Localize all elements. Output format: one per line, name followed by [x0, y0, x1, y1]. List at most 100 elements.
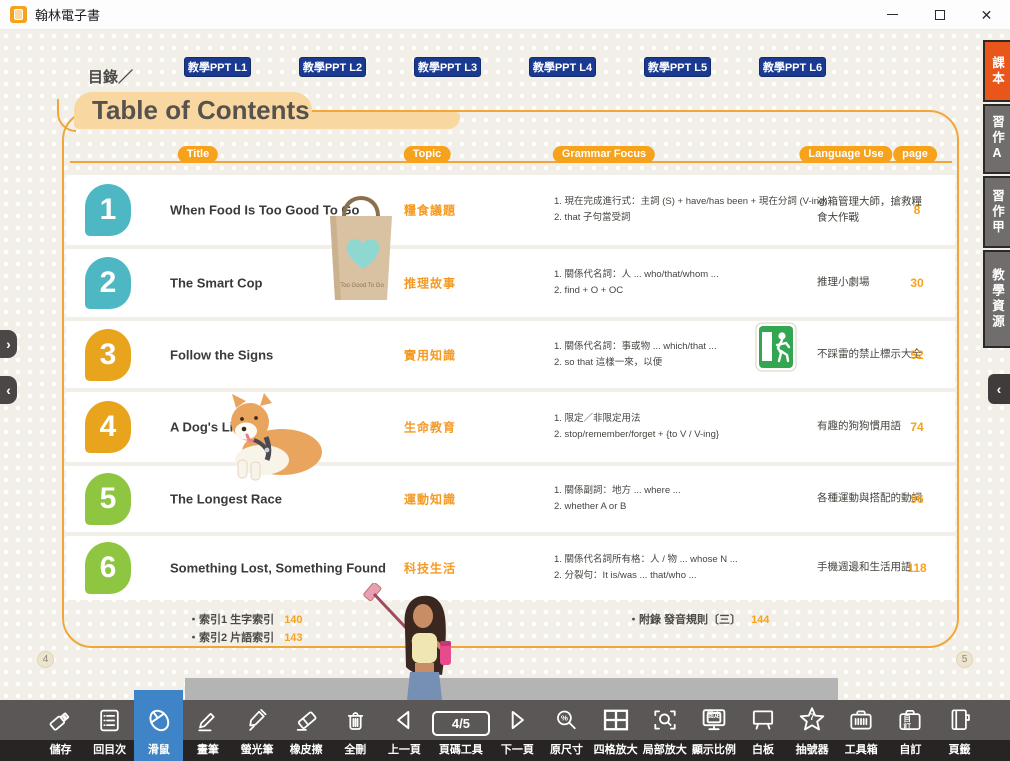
- minimize-button[interactable]: [869, 0, 916, 29]
- previous-page-tool[interactable]: 上一頁: [380, 700, 429, 761]
- next-page-icon: [503, 700, 531, 740]
- mouse-tool[interactable]: 滑鼠: [134, 700, 183, 761]
- unit-page-link[interactable]: 74: [895, 420, 939, 434]
- unit-topic: 生命教育: [404, 419, 524, 436]
- index-1-label: ・索引1 生字索引: [188, 614, 274, 626]
- unit-title-link[interactable]: The Longest Race: [170, 492, 398, 507]
- app-window: 翰林電子書 ✕ 教學PPT L1 教學PPT L2 教學PPT L3 教學PPT…: [0, 0, 1010, 761]
- unit-page-link[interactable]: 118: [895, 561, 939, 575]
- ppt-l2-button[interactable]: 教學PPT L2: [299, 57, 366, 77]
- pen-tool[interactable]: 畫筆: [183, 700, 232, 761]
- ppt-l4-button[interactable]: 教學PPT L4: [529, 57, 596, 77]
- number-picker-icon-text: 7: [810, 713, 815, 722]
- chevron-left-icon: ‹: [997, 381, 1002, 397]
- index-2-page: 143: [284, 632, 302, 644]
- exit-sign-image: [755, 322, 797, 372]
- tool-label: 畫筆: [197, 740, 219, 761]
- unit-grammar: 1. 關係代名詞所有格：人 / 物 ... whose N ... 2. 分裂句…: [554, 552, 846, 584]
- tool-label: 橡皮擦: [290, 740, 323, 761]
- eraser-tool[interactable]: 橡皮擦: [282, 700, 331, 761]
- column-header-grammar-focus: Grammar Focus: [553, 146, 655, 163]
- unit-topic: 科技生活: [404, 560, 524, 577]
- display-ratio-icon: 固定: [699, 700, 729, 740]
- titlebar: 翰林電子書 ✕: [0, 0, 1010, 30]
- original-size-tool[interactable]: % 原尺寸: [542, 700, 591, 761]
- ppt-l5-button[interactable]: 教學PPT L5: [644, 57, 711, 77]
- appendix-page: 144: [751, 614, 769, 626]
- appendix-link[interactable]: ・附錄 發音規則〔三〕 144: [628, 611, 769, 627]
- left-panel-collapse-toggle[interactable]: ‹: [0, 376, 17, 404]
- toc-row-2: 2 The Smart Cop 推理故事 1. 關係代名詞：人 ... who/…: [66, 249, 955, 317]
- back-to-toc-tool[interactable]: 回目次: [85, 700, 134, 761]
- display-ratio-tool[interactable]: 固定 顯示比例: [689, 700, 738, 761]
- index-1-link[interactable]: ・索引1 生字索引140: [188, 611, 303, 627]
- page-number-tool[interactable]: 4/5 頁碼工具: [429, 700, 493, 761]
- highlighter-icon: [244, 700, 271, 740]
- tab-workbook-jia[interactable]: 習作甲: [983, 176, 1010, 248]
- svg-text:%: %: [561, 713, 568, 722]
- original-size-icon: %: [553, 700, 580, 740]
- toc-row-3: 3 Follow the Signs 實用知識 1. 關係代名詞：事或物 ...…: [66, 321, 955, 388]
- tab-textbook[interactable]: 課本: [983, 40, 1010, 102]
- window-controls: ✕: [869, 0, 1010, 29]
- page-number-box: 4/5: [432, 700, 490, 740]
- unit-number-badge: 5: [85, 473, 131, 525]
- unit-topic: 糧食議題: [404, 202, 524, 219]
- highlighter-tool[interactable]: 螢光筆: [233, 700, 282, 761]
- appendix-label: ・附錄 發音規則〔三〕: [628, 614, 741, 626]
- partial-zoom-tool[interactable]: 局部放大: [640, 700, 689, 761]
- grammar-line: 2. that 子句當受詞: [554, 210, 846, 226]
- unit-grammar: 1. 關係副詞：地方 ... where ... 2. whether A or…: [554, 483, 846, 515]
- unit-topic: 推理故事: [404, 275, 524, 292]
- whiteboard-icon: [749, 700, 777, 740]
- prev-page-icon: [390, 700, 418, 740]
- page-indicator[interactable]: 4/5: [432, 711, 490, 736]
- shiba-dog-image: [220, 388, 324, 482]
- ppt-l6-button[interactable]: 教學PPT L6: [759, 57, 826, 77]
- number-picker-icon: 7: [797, 700, 827, 740]
- tool-label: 白板: [752, 740, 774, 761]
- left-panel-expand-toggle[interactable]: ›: [0, 330, 17, 358]
- grammar-line: 1. 限定／非限定用法: [554, 411, 846, 427]
- unit-number-badge: 1: [85, 184, 131, 236]
- svg-text:Too Good To Go: Too Good To Go: [340, 283, 384, 289]
- unit-page-link[interactable]: 96: [895, 492, 939, 506]
- delete-all-tool[interactable]: 全刪: [331, 700, 380, 761]
- unit-page-link[interactable]: 8: [895, 203, 939, 217]
- bottom-toolbar: 儲存 回目次 滑鼠: [0, 700, 1010, 761]
- tool-label: 工具箱: [845, 740, 878, 761]
- tool-label: 四格放大: [594, 740, 638, 761]
- tool-label: 下一頁: [501, 740, 534, 761]
- index-2-link[interactable]: ・索引2 片語索引143: [188, 629, 303, 645]
- tool-label: 全刪: [344, 740, 366, 761]
- chevron-right-icon: ›: [6, 336, 11, 352]
- ppt-l1-button[interactable]: 教學PPT L1: [184, 57, 251, 77]
- unit-page-link[interactable]: 52: [895, 348, 939, 362]
- custom-icon-text: 自訂: [903, 715, 917, 730]
- unit-title-link[interactable]: Follow the Signs: [170, 347, 398, 362]
- sidebar-collapse-button[interactable]: ‹: [988, 374, 1010, 404]
- unit-topic: 運動知識: [404, 491, 524, 508]
- next-page-tool[interactable]: 下一頁: [493, 700, 542, 761]
- grammar-line: 2. so that 這樣一來，以便: [554, 355, 846, 371]
- page-tab-tool[interactable]: 頁籤: [935, 700, 984, 761]
- toc-row-6: 6 Something Lost, Something Found 科技生活 1…: [66, 536, 955, 600]
- whiteboard-tool[interactable]: 白板: [738, 700, 787, 761]
- custom-tool[interactable]: 自訂 自訂: [886, 700, 935, 761]
- tote-bag-image: Too Good To Go: [318, 186, 404, 304]
- unit-grammar: 1. 關係代名詞：人 ... who/that/whom ... 2. find…: [554, 267, 846, 299]
- ppt-button-row: 教學PPT L1 教學PPT L2 教學PPT L3 教學PPT L4 教學PP…: [184, 57, 826, 77]
- unit-page-link[interactable]: 30: [895, 276, 939, 290]
- number-picker-tool[interactable]: 7 抽號器: [788, 700, 837, 761]
- unit-number-badge: 4: [85, 401, 131, 453]
- save-tool[interactable]: 儲存: [36, 700, 85, 761]
- pen-icon: [194, 700, 221, 740]
- tab-workbook-a[interactable]: 習作A: [983, 104, 1010, 174]
- tab-teaching-resources[interactable]: 教學資源: [983, 250, 1010, 348]
- close-button[interactable]: ✕: [963, 0, 1010, 29]
- toolbox-tool[interactable]: 工具箱: [837, 700, 886, 761]
- four-grid-zoom-tool[interactable]: 四格放大: [591, 700, 640, 761]
- maximize-button[interactable]: [916, 0, 963, 29]
- ppt-l3-button[interactable]: 教學PPT L3: [414, 57, 481, 77]
- unit-title-link[interactable]: Something Lost, Something Found: [170, 561, 398, 576]
